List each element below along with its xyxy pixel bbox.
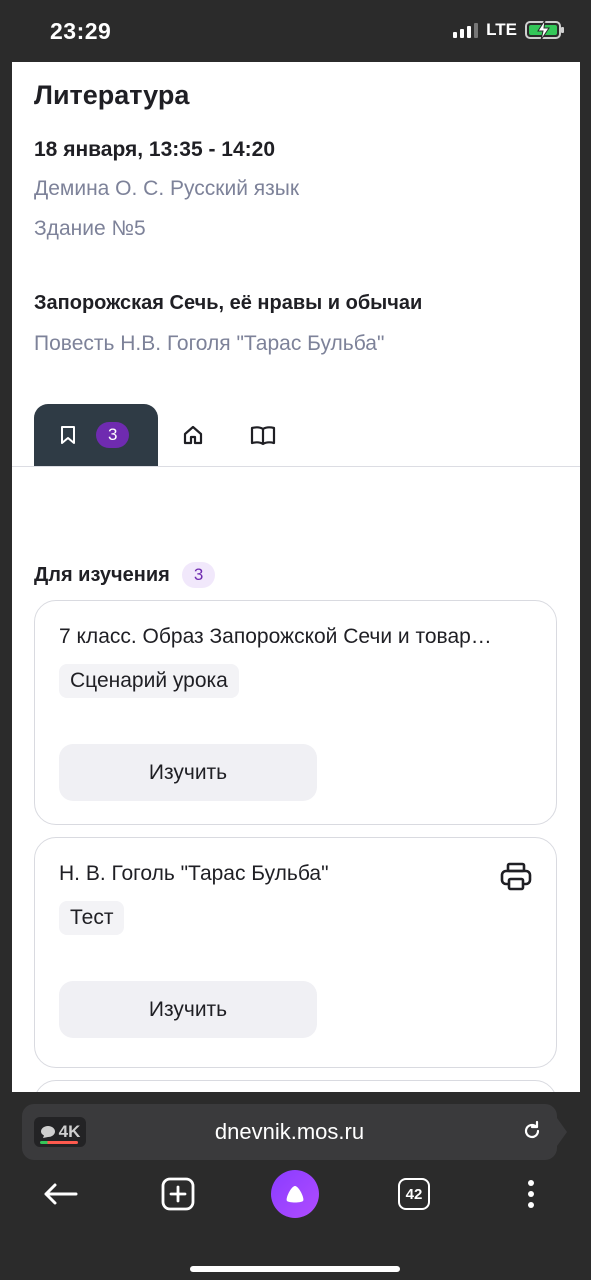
- status-bar: 23:29 LTE: [0, 0, 591, 62]
- tab-homework[interactable]: [158, 404, 228, 466]
- lesson-subtopic: Повесть Н.В. Гоголя "Тарас Бульба": [34, 332, 385, 355]
- browser-toolbar: 4K dnevnik.mos.ru 42: [0, 1092, 591, 1280]
- network-type: LTE: [486, 20, 517, 39]
- material-type-tag: Тест: [59, 901, 125, 935]
- reload-icon[interactable]: [521, 1120, 543, 1147]
- material-title: Н. В. Гоголь "Тарас Бульба": [59, 862, 329, 885]
- study-button[interactable]: Изучить: [59, 981, 317, 1038]
- materials-title: Для изучения: [34, 563, 170, 586]
- print-icon[interactable]: [500, 862, 532, 897]
- lesson-topic: Запорожская Сечь, её нравы и обычаи: [34, 292, 423, 314]
- back-icon[interactable]: [38, 1170, 82, 1218]
- material-card[interactable]: Н. В. Гоголь "Тарас Бульба" Тест Изучить: [34, 837, 557, 1068]
- tabs-divider: [12, 466, 580, 467]
- lesson-page: Литература 18 января, 13:35 - 14:20 Деми…: [12, 62, 580, 1092]
- battery-icon: [525, 20, 564, 40]
- home-icon: [183, 425, 203, 445]
- status-time: 23:29: [50, 18, 112, 44]
- assistant-button[interactable]: [271, 1170, 319, 1218]
- alice-icon: [271, 1170, 319, 1218]
- bookmark-icon: [61, 426, 75, 444]
- lesson-teacher: Демина О. С. Русский язык: [34, 177, 300, 200]
- materials-count-badge: 3: [181, 562, 216, 588]
- lesson-title: Литература: [34, 80, 190, 110]
- materials-header: Для изучения 3: [34, 562, 216, 588]
- browser-nav: 42: [0, 1170, 591, 1230]
- study-button[interactable]: Изучить: [59, 744, 317, 801]
- status-indicators: LTE: [453, 20, 564, 40]
- lesson-tabs: 3: [34, 404, 298, 466]
- url-text[interactable]: dnevnik.mos.ru: [22, 1119, 557, 1145]
- address-bar[interactable]: 4K dnevnik.mos.ru: [22, 1104, 567, 1160]
- lesson-building: Здание №5: [34, 217, 146, 240]
- tab-count: 42: [398, 1178, 430, 1210]
- tabs-button[interactable]: 42: [394, 1170, 434, 1218]
- signal-icon: [453, 22, 479, 38]
- book-icon: [250, 426, 276, 446]
- tab-materials-badge: 3: [96, 422, 130, 448]
- more-menu-icon[interactable]: [516, 1170, 546, 1218]
- tab-materials[interactable]: 3: [34, 404, 158, 466]
- material-card-partial[interactable]: [34, 1080, 557, 1092]
- home-indicator[interactable]: [190, 1266, 400, 1272]
- material-type-tag: Сценарий урока: [59, 664, 239, 698]
- tab-journal[interactable]: [228, 404, 298, 466]
- lesson-datetime: 18 января, 13:35 - 14:20: [34, 138, 275, 161]
- material-card[interactable]: 7 класс. Образ Запорожской Сечи и товар……: [34, 600, 557, 825]
- material-title: 7 класс. Образ Запорожской Сечи и товар…: [59, 625, 492, 648]
- new-tab-icon[interactable]: [156, 1170, 200, 1218]
